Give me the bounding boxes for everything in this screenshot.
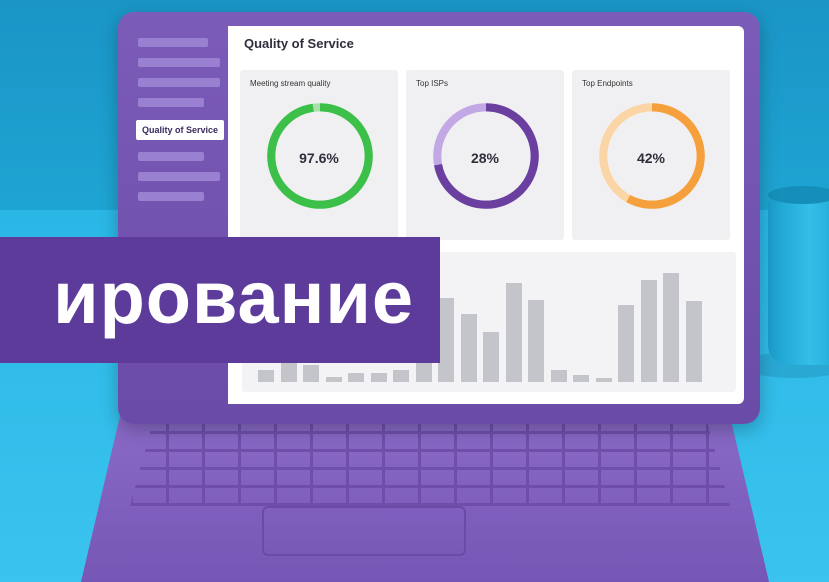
keyboard <box>130 418 730 506</box>
sidebar: Quality of Service <box>126 26 230 248</box>
bar <box>618 305 634 382</box>
card-value: 42% <box>636 150 666 166</box>
bar <box>348 373 364 382</box>
bar <box>483 332 499 382</box>
card-label: Meeting stream quality <box>250 79 331 88</box>
scene: Quality of Service Quality of Service Me… <box>0 0 829 582</box>
metric-card-meeting-quality[interactable]: Meeting stream quality 97.6% <box>240 70 398 240</box>
sidebar-item-placeholder[interactable] <box>138 58 220 67</box>
card-label: Top ISPs <box>416 79 449 88</box>
sidebar-item-placeholder[interactable] <box>138 38 208 47</box>
bar <box>685 301 702 382</box>
bar <box>325 377 342 382</box>
bar <box>528 300 544 382</box>
bar <box>370 373 387 382</box>
bar <box>550 369 567 382</box>
bar <box>438 297 454 382</box>
sidebar-item-quality-of-service[interactable]: Quality of Service <box>136 120 224 140</box>
sidebar-item-placeholder[interactable] <box>138 192 204 201</box>
metric-card-top-isps[interactable]: Top ISPs 28% <box>406 70 564 240</box>
mug-rim <box>768 186 829 204</box>
bar <box>573 374 589 382</box>
bar <box>460 313 477 382</box>
card-label: Top Endpoints <box>582 79 633 88</box>
bar <box>663 272 679 382</box>
bar <box>393 369 409 382</box>
sidebar-item-placeholder[interactable] <box>138 172 220 181</box>
sidebar-item-placeholder[interactable] <box>138 98 204 107</box>
title-banner: ирование <box>0 237 440 363</box>
card-value: 97.6% <box>299 150 339 166</box>
trackpad <box>262 506 466 556</box>
banner-text: ирование <box>53 256 414 339</box>
metric-card-top-endpoints[interactable]: Top Endpoints 42% <box>572 70 730 240</box>
sidebar-item-placeholder[interactable] <box>138 78 220 87</box>
bar <box>280 359 297 382</box>
bar <box>303 364 319 382</box>
bar <box>640 280 657 382</box>
bar <box>595 378 612 382</box>
page-title: Quality of Service <box>244 36 354 51</box>
bar <box>505 282 522 382</box>
card-value: 28% <box>470 150 500 166</box>
sidebar-item-placeholder[interactable] <box>138 152 204 161</box>
bar <box>258 369 274 382</box>
mug <box>768 190 829 365</box>
